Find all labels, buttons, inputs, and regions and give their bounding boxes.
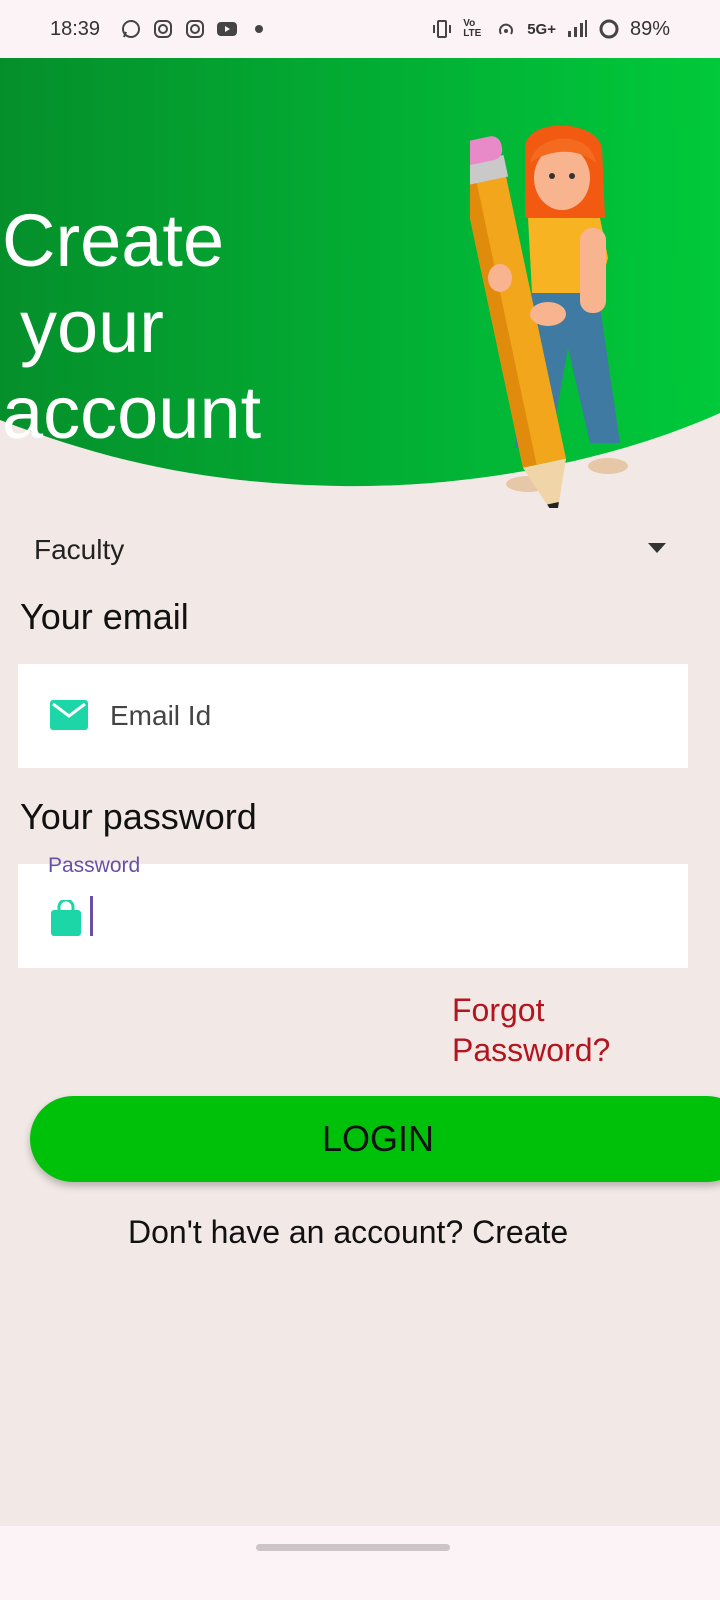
vibrate-icon [431,18,453,40]
forgot-password-link[interactable]: Forgot Password? [452,990,610,1070]
title-line-3: account [2,371,262,454]
title-line-2: your [20,285,164,368]
page-title: Create your account [2,198,261,456]
create-account-link[interactable]: Don't have an account? Create [128,1214,568,1251]
title-line-1: Create [2,199,225,282]
volte-label: Vo LTE [463,18,482,39]
email-placeholder: Email Id [110,700,212,731]
status-time: 18:39 [50,17,101,40]
password-floating-label: Password [48,854,141,877]
instagram-icon [184,18,206,40]
hotspot-icon [495,18,517,40]
envelope-icon [50,700,88,735]
email-label: Your email [20,596,189,637]
forgot-line-1: Forgot [452,992,545,1028]
password-field[interactable] [18,864,688,968]
chevron-down-icon[interactable] [648,543,666,553]
battery-ring-icon [598,18,620,40]
signal-icon [566,18,588,40]
youtube-icon [216,18,238,40]
password-label: Your password [20,796,257,837]
text-cursor [90,896,93,936]
girl-with-pencil-illustration [470,125,628,508]
email-field[interactable]: Email Id [18,664,688,768]
role-dropdown[interactable]: Faculty [20,528,680,572]
network-type: 5G+ [527,20,556,38]
status-bar: 18:39 Vo LTE 5G+ 89% [0,0,720,58]
header-banner: Create your account [0,58,720,518]
login-button[interactable]: LOGIN [30,1096,720,1182]
whatsapp-icon [120,18,142,40]
navigation-bar [0,1526,720,1600]
shopping-bag-icon [50,898,82,941]
battery-percent: 89% [629,17,670,40]
role-dropdown-value: Faculty [34,534,125,565]
instagram-icon [152,18,174,40]
gesture-handle[interactable] [256,1544,450,1551]
forgot-line-2: Password? [452,1032,611,1068]
dot-icon [248,18,270,40]
